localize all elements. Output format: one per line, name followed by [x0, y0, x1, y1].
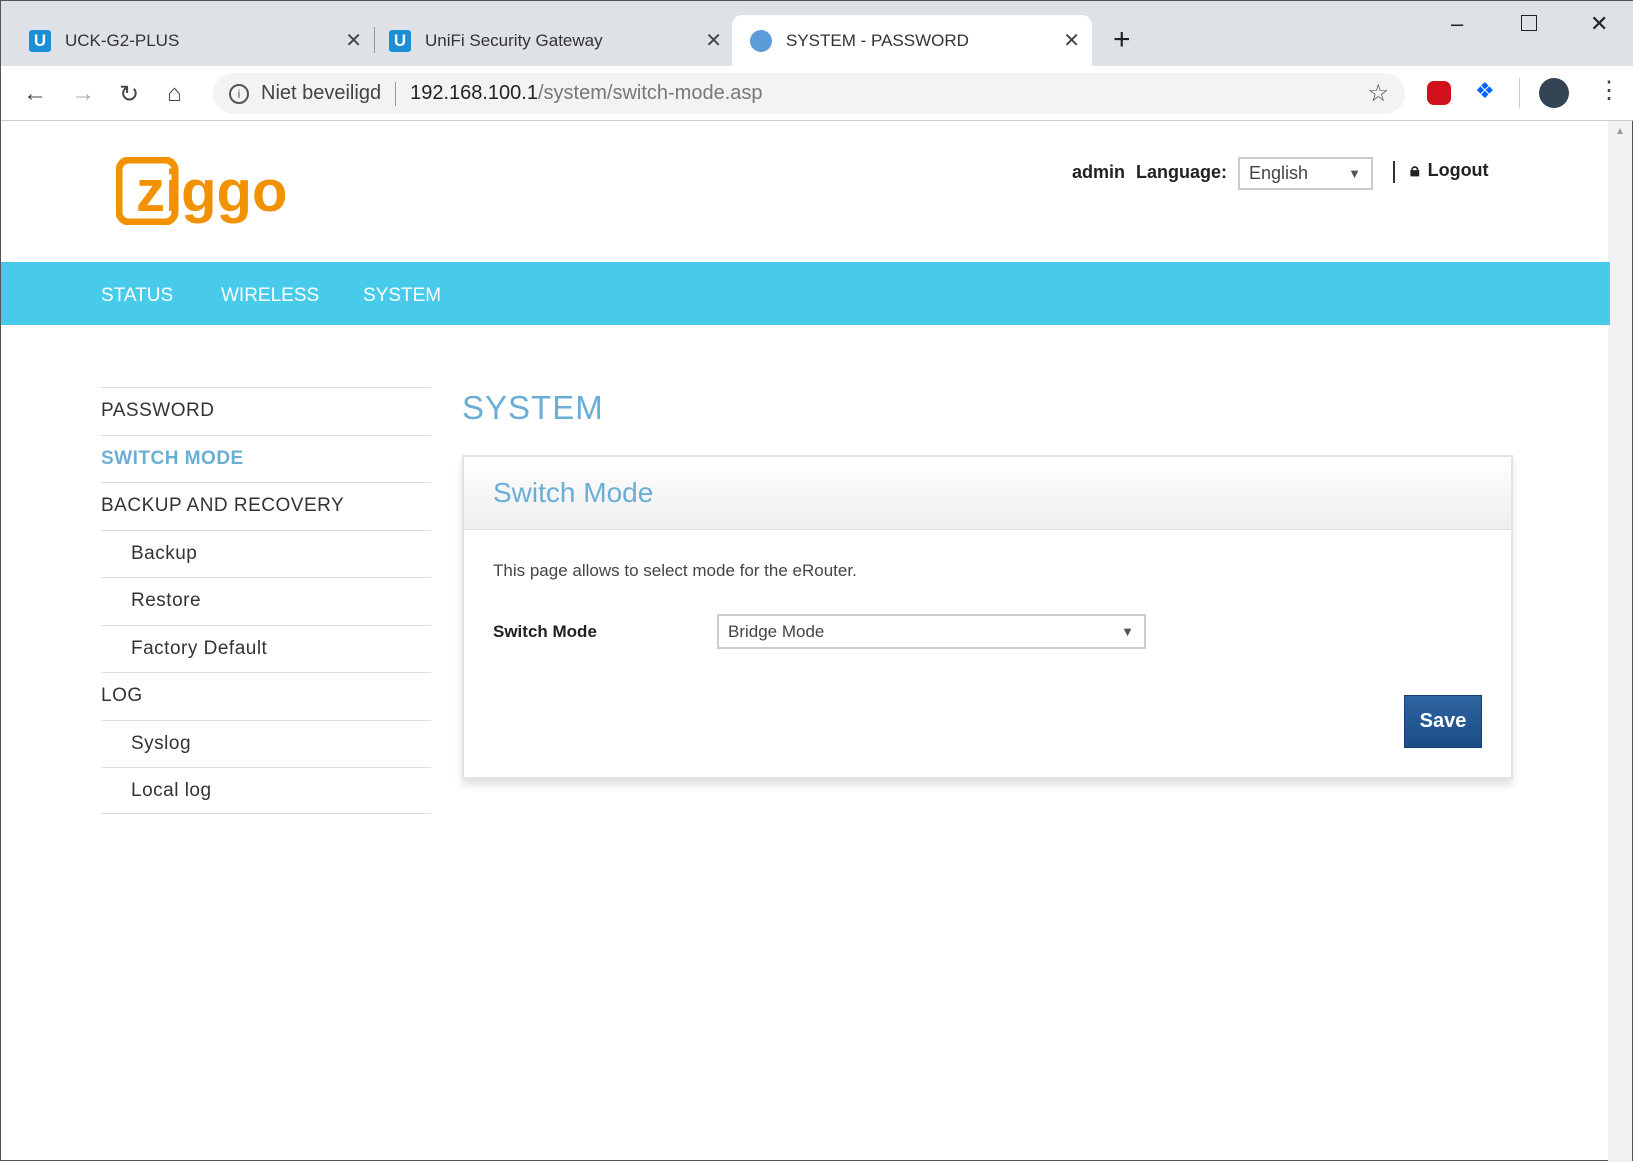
sidebar-item-factory-default[interactable]: Factory Default — [101, 625, 431, 672]
tab-usg[interactable]: U UniFi Security Gateway ✕ — [389, 15, 734, 66]
close-icon[interactable]: ✕ — [345, 28, 362, 53]
close-icon[interactable]: ✕ — [705, 28, 722, 53]
avatar[interactable] — [1539, 78, 1569, 108]
ubiquiti-icon: U — [29, 29, 51, 52]
user-bar: admin Language: — [1072, 162, 1228, 182]
sidebar-item-switch-mode[interactable]: SWITCH MODE — [101, 435, 431, 482]
description: This page allows to select mode for the … — [493, 561, 857, 580]
window-close-icon[interactable]: ✕ — [1590, 11, 1608, 37]
switch-mode-label: Switch Mode — [493, 622, 597, 641]
switch-mode-select[interactable]: Bridge Mode ▼ — [717, 614, 1146, 649]
save-button[interactable]: Save — [1404, 695, 1482, 748]
tab-strip: U UCK-G2-PLUS ✕ U UniFi Security Gateway ✕ S… — [1, 1, 1633, 66]
maximize-icon[interactable] — [1521, 15, 1537, 31]
tab-system-password[interactable]: SYSTEM - PASSWORD ✕ — [732, 15, 1092, 66]
sidebar-item-log[interactable]: LOG — [101, 672, 431, 719]
minimize-icon[interactable]: – — [1451, 11, 1463, 37]
switch-mode-panel: Switch Mode This page allows to select m… — [462, 455, 1513, 779]
scroll-up-icon[interactable]: ▲ — [1608, 126, 1632, 137]
chevron-down-icon: ▼ — [1348, 166, 1361, 181]
tab-uck[interactable]: U UCK-G2-PLUS ✕ — [29, 15, 374, 66]
dropbox-icon[interactable]: ❖ — [1475, 78, 1495, 104]
nav-status[interactable]: STATUS — [101, 285, 173, 307]
new-tab-icon[interactable]: + — [1113, 23, 1131, 57]
sidebar-item-backup[interactable]: Backup — [101, 530, 431, 577]
chevron-down-icon: ▼ — [1121, 624, 1134, 639]
ziggo-logo[interactable]: ziggo — [115, 156, 310, 226]
reload-icon[interactable]: ↻ — [119, 80, 139, 109]
sidebar-item-syslog[interactable]: Syslog — [101, 720, 431, 767]
nav-wireless[interactable]: WIRELESS — [221, 285, 319, 307]
language-select[interactable]: English ▼ — [1238, 157, 1373, 190]
lock-icon: 🔒︎ — [1410, 160, 1420, 180]
scrollbar[interactable]: ▲ — [1608, 121, 1632, 1162]
nav-system[interactable]: SYSTEM — [363, 285, 441, 307]
adblock-icon[interactable] — [1427, 81, 1451, 105]
panel-title: Switch Mode — [464, 457, 1511, 530]
sidebar-item-password[interactable]: PASSWORD — [101, 387, 431, 434]
sidebar-item-restore[interactable]: Restore — [101, 577, 431, 624]
address-bar[interactable]: i Niet beveiligd 192.168.100.1/system/sw… — [213, 73, 1405, 114]
sidebar-item-backup-recovery[interactable]: BACKUP AND RECOVERY — [101, 482, 431, 529]
browser-toolbar: ← → ↻ ⌂ i Niet beveiligd 192.168.100.1/s… — [1, 66, 1633, 121]
bookmark-star-icon[interactable]: ☆ — [1367, 79, 1389, 108]
close-icon[interactable]: ✕ — [1063, 28, 1080, 53]
ubiquiti-icon: U — [389, 29, 411, 52]
globe-icon — [750, 29, 772, 52]
menu-icon[interactable]: ⋮ — [1597, 76, 1621, 105]
info-icon[interactable]: i — [229, 83, 249, 104]
back-icon[interactable]: ← — [23, 80, 47, 108]
username: admin — [1072, 162, 1126, 182]
main-nav: STATUS WIRELESS SYSTEM — [1, 262, 1610, 325]
svg-text:ziggo: ziggo — [136, 159, 287, 224]
forward-icon[interactable]: → — [71, 80, 95, 108]
home-icon[interactable]: ⌂ — [167, 80, 182, 108]
sidebar-item-local-log[interactable]: Local log — [101, 767, 431, 814]
logout-link[interactable]: 🔒︎ Logout — [1410, 160, 1489, 181]
page-title: SYSTEM — [462, 389, 604, 426]
